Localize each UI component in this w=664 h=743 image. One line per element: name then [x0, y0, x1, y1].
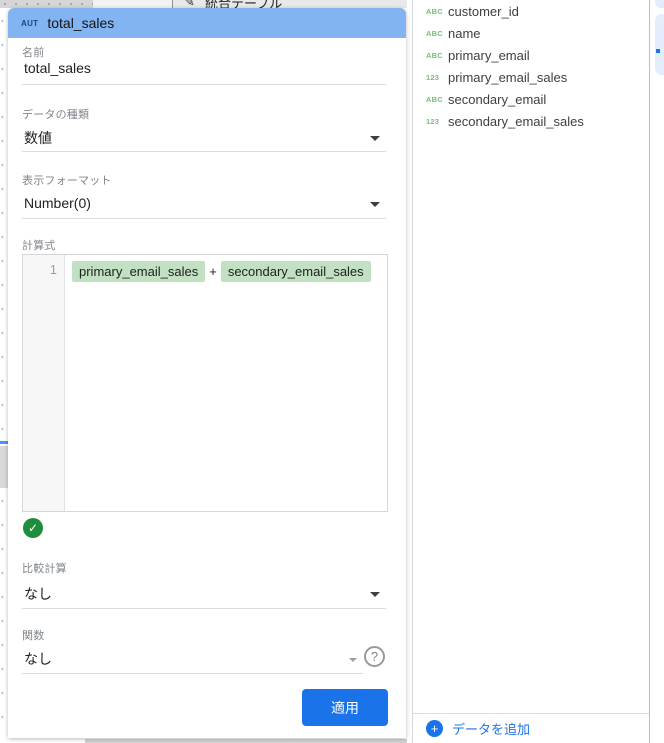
formula-label: 計算式	[22, 237, 56, 253]
toolbar-divider	[172, 0, 173, 8]
clipped-button[interactable]	[655, 14, 664, 75]
field-name: primary_email	[448, 48, 530, 63]
chevron-down-icon[interactable]	[349, 658, 357, 662]
field-type-number-icon: 123	[426, 73, 443, 82]
field-row-customer-id[interactable]: ABC customer_id	[413, 0, 649, 22]
selected-field-header[interactable]: AUT total_sales	[8, 8, 406, 38]
clipped-blue-icon	[656, 49, 660, 53]
field-type-aut-icon: AUT	[21, 19, 38, 28]
data-type-select[interactable]: 数値	[24, 128, 52, 148]
data-type-underline	[22, 151, 386, 152]
toolbar-fragment	[93, 0, 172, 8]
field-name: secondary_email_sales	[448, 114, 584, 129]
check-glyph: ✓	[28, 521, 38, 535]
function-select[interactable]: なし	[24, 649, 52, 669]
line-number: 1	[23, 262, 57, 277]
plus-icon: +	[426, 720, 443, 737]
blend-table-title: 統合テーブル	[205, 0, 282, 8]
field-name: secondary_email	[448, 92, 546, 107]
background-fragment	[0, 446, 8, 488]
plus-glyph: +	[431, 722, 439, 735]
field-row-primary-email[interactable]: ABC primary_email	[413, 44, 649, 66]
field-chip[interactable]: primary_email_sales	[72, 261, 205, 282]
name-label: 名前	[22, 44, 44, 60]
comparison-select[interactable]: なし	[24, 584, 52, 604]
field-name: primary_email_sales	[448, 70, 567, 85]
field-type-text-icon: ABC	[426, 29, 443, 38]
pencil-icon[interactable]: ✎	[184, 0, 195, 8]
format-select[interactable]: Number(0)	[24, 195, 91, 211]
name-input[interactable]: total_sales	[24, 60, 91, 76]
comparison-label: 比較計算	[22, 560, 67, 576]
calculated-field-dialog: AUT total_sales 名前 total_sales データの種類 数値…	[8, 8, 406, 738]
add-data-button[interactable]: + データを追加	[413, 714, 649, 742]
field-type-number-icon: 123	[426, 117, 443, 126]
function-underline	[22, 673, 363, 674]
editor-gutter: 1	[23, 255, 65, 511]
data-type-label: データの種類	[22, 106, 89, 122]
comparison-underline	[22, 608, 386, 609]
help-icon[interactable]: ?	[364, 646, 385, 667]
field-row-primary-email-sales[interactable]: 123 primary_email_sales	[413, 66, 649, 88]
format-underline	[22, 218, 386, 219]
canvas-dot-grid	[0, 0, 93, 8]
formula-editor[interactable]: 1 primary_email_sales + secondary_email_…	[22, 254, 388, 512]
background-left-strip	[0, 8, 8, 739]
background-toolbar-strip: ✎ 統合テーブル	[0, 0, 407, 8]
background-bottom-strip	[85, 739, 407, 743]
field-type-text-icon: ABC	[426, 95, 443, 104]
chevron-down-icon[interactable]	[370, 202, 380, 207]
add-data-label: データを追加	[452, 719, 530, 738]
field-type-text-icon: ABC	[426, 51, 443, 60]
field-name: customer_id	[448, 4, 519, 19]
canvas-dot-grid	[0, 18, 5, 733]
field-chip[interactable]: secondary_email_sales	[221, 261, 371, 282]
selection-fragment	[0, 441, 8, 444]
field-row-name[interactable]: ABC name	[413, 22, 649, 44]
question-glyph: ?	[371, 649, 378, 664]
formula-valid-check-icon: ✓	[23, 518, 43, 538]
name-underline	[22, 84, 386, 85]
field-row-secondary-email[interactable]: ABC secondary_email	[413, 88, 649, 110]
field-name: name	[448, 26, 481, 41]
field-row-secondary-email-sales[interactable]: 123 secondary_email_sales	[413, 110, 649, 132]
looker-studio-blend-field-editor: ✎ 統合テーブル AUT total_sales 名前 total_sales …	[0, 0, 664, 743]
field-type-text-icon: ABC	[426, 7, 443, 16]
chevron-down-icon[interactable]	[370, 592, 380, 597]
field-list-panel: ABC customer_id ABC name ABC primary_ema…	[412, 0, 650, 743]
format-label: 表示フォーマット	[22, 172, 112, 188]
formula-code[interactable]: primary_email_sales + secondary_email_sa…	[72, 261, 382, 282]
clipped-right-panel	[651, 0, 664, 743]
operator-token: +	[209, 264, 217, 279]
chevron-down-icon[interactable]	[370, 136, 380, 141]
clipped-button-top	[655, 0, 664, 8]
function-label: 関数	[22, 627, 44, 643]
apply-button[interactable]: 適用	[302, 689, 388, 726]
field-title: total_sales	[47, 15, 114, 31]
